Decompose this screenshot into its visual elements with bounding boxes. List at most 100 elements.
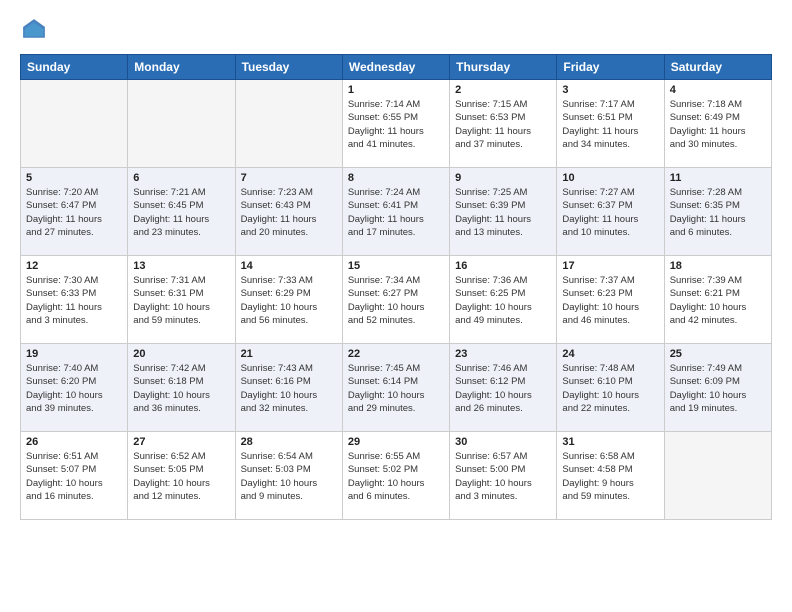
- day-number: 3: [562, 84, 658, 96]
- calendar-week-row: 12 Sunrise: 7:30 AM Sunset: 6:33 PM Dayli…: [21, 256, 772, 344]
- day-detail: Sunrise: 7:48 AM Sunset: 6:10 PM Dayligh…: [562, 362, 658, 415]
- day-detail: Sunrise: 7:21 AM Sunset: 6:45 PM Dayligh…: [133, 186, 229, 239]
- day-detail: Sunrise: 7:25 AM Sunset: 6:39 PM Dayligh…: [455, 186, 551, 239]
- day-number: 5: [26, 172, 122, 184]
- calendar-cell: 28 Sunrise: 6:54 AM Sunset: 5:03 PM Dayli…: [235, 432, 342, 520]
- day-detail: Sunrise: 7:39 AM Sunset: 6:21 PM Dayligh…: [670, 274, 766, 327]
- day-number: 27: [133, 436, 229, 448]
- day-detail: Sunrise: 6:51 AM Sunset: 5:07 PM Dayligh…: [26, 450, 122, 503]
- day-detail: Sunrise: 7:49 AM Sunset: 6:09 PM Dayligh…: [670, 362, 766, 415]
- weekday-header: Monday: [128, 55, 235, 80]
- calendar-cell: 30 Sunrise: 6:57 AM Sunset: 5:00 PM Dayli…: [450, 432, 557, 520]
- calendar-cell: 18 Sunrise: 7:39 AM Sunset: 6:21 PM Dayli…: [664, 256, 771, 344]
- day-number: 7: [241, 172, 337, 184]
- day-detail: Sunrise: 6:57 AM Sunset: 5:00 PM Dayligh…: [455, 450, 551, 503]
- day-detail: Sunrise: 7:33 AM Sunset: 6:29 PM Dayligh…: [241, 274, 337, 327]
- day-number: 26: [26, 436, 122, 448]
- calendar-cell: 21 Sunrise: 7:43 AM Sunset: 6:16 PM Dayli…: [235, 344, 342, 432]
- day-number: 1: [348, 84, 444, 96]
- calendar-cell: 20 Sunrise: 7:42 AM Sunset: 6:18 PM Dayli…: [128, 344, 235, 432]
- calendar-cell: 26 Sunrise: 6:51 AM Sunset: 5:07 PM Dayli…: [21, 432, 128, 520]
- calendar-cell: 24Sunrise: 7:48 AM Sunset: 6:10 PM Dayli…: [557, 344, 664, 432]
- day-detail: Sunrise: 7:28 AM Sunset: 6:35 PM Dayligh…: [670, 186, 766, 239]
- calendar-cell: 15 Sunrise: 7:34 AM Sunset: 6:27 PM Dayli…: [342, 256, 449, 344]
- day-detail: Sunrise: 7:36 AM Sunset: 6:25 PM Dayligh…: [455, 274, 551, 327]
- calendar-cell: 29 Sunrise: 6:55 AM Sunset: 5:02 PM Dayli…: [342, 432, 449, 520]
- day-detail: Sunrise: 7:15 AM Sunset: 6:53 PM Dayligh…: [455, 98, 551, 151]
- weekday-header: Wednesday: [342, 55, 449, 80]
- calendar-cell: 27 Sunrise: 6:52 AM Sunset: 5:05 PM Dayli…: [128, 432, 235, 520]
- calendar-week-row: 5 Sunrise: 7:20 AM Sunset: 6:47 PM Daylig…: [21, 168, 772, 256]
- day-detail: Sunrise: 7:37 AM Sunset: 6:23 PM Dayligh…: [562, 274, 658, 327]
- day-detail: Sunrise: 7:42 AM Sunset: 6:18 PM Dayligh…: [133, 362, 229, 415]
- day-number: 15: [348, 260, 444, 272]
- calendar-cell: 4Sunrise: 7:18 AM Sunset: 6:49 PM Daylig…: [664, 80, 771, 168]
- calendar-cell: 17 Sunrise: 7:37 AM Sunset: 6:23 PM Dayli…: [557, 256, 664, 344]
- weekday-header: Tuesday: [235, 55, 342, 80]
- calendar-week-row: 26 Sunrise: 6:51 AM Sunset: 5:07 PM Dayli…: [21, 432, 772, 520]
- calendar-cell: 1 Sunrise: 7:14 AM Sunset: 6:55 PM Daylig…: [342, 80, 449, 168]
- day-detail: Sunrise: 7:27 AM Sunset: 6:37 PM Dayligh…: [562, 186, 658, 239]
- weekday-header: Thursday: [450, 55, 557, 80]
- calendar-cell: [21, 80, 128, 168]
- day-detail: Sunrise: 7:43 AM Sunset: 6:16 PM Dayligh…: [241, 362, 337, 415]
- day-number: 4: [670, 84, 766, 96]
- calendar-cell: 8Sunrise: 7:24 AM Sunset: 6:41 PM Daylig…: [342, 168, 449, 256]
- day-number: 6: [133, 172, 229, 184]
- calendar-cell: 3 Sunrise: 7:17 AM Sunset: 6:51 PM Daylig…: [557, 80, 664, 168]
- day-number: 22: [348, 348, 444, 360]
- day-detail: Sunrise: 7:34 AM Sunset: 6:27 PM Dayligh…: [348, 274, 444, 327]
- day-detail: Sunrise: 6:54 AM Sunset: 5:03 PM Dayligh…: [241, 450, 337, 503]
- calendar-week-row: 19Sunrise: 7:40 AM Sunset: 6:20 PM Dayli…: [21, 344, 772, 432]
- day-number: 20: [133, 348, 229, 360]
- calendar-cell: 6 Sunrise: 7:21 AM Sunset: 6:45 PM Daylig…: [128, 168, 235, 256]
- day-number: 28: [241, 436, 337, 448]
- weekday-header: Sunday: [21, 55, 128, 80]
- calendar-cell: 22 Sunrise: 7:45 AM Sunset: 6:14 PM Dayli…: [342, 344, 449, 432]
- calendar-cell: 12 Sunrise: 7:30 AM Sunset: 6:33 PM Dayli…: [21, 256, 128, 344]
- logo: [20, 16, 52, 44]
- calendar-cell: 13 Sunrise: 7:31 AM Sunset: 6:31 PM Dayli…: [128, 256, 235, 344]
- calendar-cell: 2 Sunrise: 7:15 AM Sunset: 6:53 PM Daylig…: [450, 80, 557, 168]
- calendar-cell: 10Sunrise: 7:27 AM Sunset: 6:37 PM Dayli…: [557, 168, 664, 256]
- day-number: 13: [133, 260, 229, 272]
- day-detail: Sunrise: 7:31 AM Sunset: 6:31 PM Dayligh…: [133, 274, 229, 327]
- calendar-cell: 14Sunrise: 7:33 AM Sunset: 6:29 PM Dayli…: [235, 256, 342, 344]
- calendar-table: SundayMondayTuesdayWednesdayThursdayFrid…: [20, 54, 772, 520]
- day-number: 12: [26, 260, 122, 272]
- day-number: 2: [455, 84, 551, 96]
- day-number: 31: [562, 436, 658, 448]
- day-detail: Sunrise: 7:14 AM Sunset: 6:55 PM Dayligh…: [348, 98, 444, 151]
- calendar-week-row: 1 Sunrise: 7:14 AM Sunset: 6:55 PM Daylig…: [21, 80, 772, 168]
- day-number: 17: [562, 260, 658, 272]
- day-number: 9: [455, 172, 551, 184]
- calendar-cell: 5 Sunrise: 7:20 AM Sunset: 6:47 PM Daylig…: [21, 168, 128, 256]
- day-detail: Sunrise: 6:58 AM Sunset: 4:58 PM Dayligh…: [562, 450, 658, 503]
- calendar-cell: 25Sunrise: 7:49 AM Sunset: 6:09 PM Dayli…: [664, 344, 771, 432]
- calendar-cell: [128, 80, 235, 168]
- header: [20, 16, 772, 44]
- day-number: 18: [670, 260, 766, 272]
- day-detail: Sunrise: 6:52 AM Sunset: 5:05 PM Dayligh…: [133, 450, 229, 503]
- day-number: 21: [241, 348, 337, 360]
- day-detail: Sunrise: 6:55 AM Sunset: 5:02 PM Dayligh…: [348, 450, 444, 503]
- day-number: 23: [455, 348, 551, 360]
- day-detail: Sunrise: 7:46 AM Sunset: 6:12 PM Dayligh…: [455, 362, 551, 415]
- calendar-cell: 31 Sunrise: 6:58 AM Sunset: 4:58 PM Dayli…: [557, 432, 664, 520]
- calendar-cell: 16Sunrise: 7:36 AM Sunset: 6:25 PM Dayli…: [450, 256, 557, 344]
- day-number: 30: [455, 436, 551, 448]
- day-detail: Sunrise: 7:20 AM Sunset: 6:47 PM Dayligh…: [26, 186, 122, 239]
- day-detail: Sunrise: 7:24 AM Sunset: 6:41 PM Dayligh…: [348, 186, 444, 239]
- day-detail: Sunrise: 7:30 AM Sunset: 6:33 PM Dayligh…: [26, 274, 122, 327]
- calendar-cell: 9 Sunrise: 7:25 AM Sunset: 6:39 PM Daylig…: [450, 168, 557, 256]
- day-detail: Sunrise: 7:45 AM Sunset: 6:14 PM Dayligh…: [348, 362, 444, 415]
- calendar-cell: [664, 432, 771, 520]
- day-detail: Sunrise: 7:17 AM Sunset: 6:51 PM Dayligh…: [562, 98, 658, 151]
- logo-icon: [20, 16, 48, 44]
- day-detail: Sunrise: 7:40 AM Sunset: 6:20 PM Dayligh…: [26, 362, 122, 415]
- calendar-cell: [235, 80, 342, 168]
- day-number: 11: [670, 172, 766, 184]
- weekday-header: Friday: [557, 55, 664, 80]
- calendar-cell: 7Sunrise: 7:23 AM Sunset: 6:43 PM Daylig…: [235, 168, 342, 256]
- day-number: 29: [348, 436, 444, 448]
